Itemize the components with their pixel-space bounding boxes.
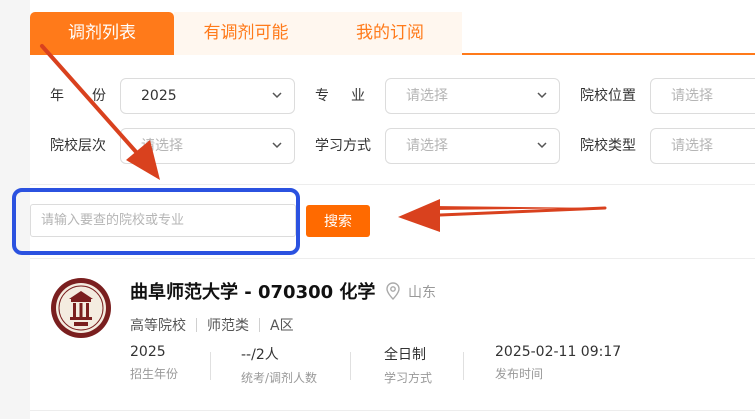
tab-transfer-list[interactable]: 调剂列表 — [30, 12, 174, 55]
year-filter-label: 年份 — [50, 78, 106, 114]
school-type-select-placeholder: 请选择 — [671, 138, 713, 154]
year-select[interactable]: 2025 — [120, 78, 295, 114]
location-select[interactable]: 请选择 — [650, 78, 755, 114]
stat-quota-value: --/2人 — [241, 347, 279, 363]
stat-publish-time-value: 2025-02-11 09:17 — [495, 344, 622, 360]
stat-quota-label: 统考/调剂人数 — [241, 371, 318, 385]
search-divider — [30, 258, 755, 259]
school-type-filter-label: 院校类型 — [580, 138, 636, 154]
search-input[interactable] — [30, 204, 296, 237]
stat-study-mode-value: 全日制 — [384, 347, 426, 363]
stat-year-label: 招生年份 — [130, 367, 179, 381]
location-filter-label: 院校位置 — [580, 88, 636, 104]
main-panel: 调剂列表 有调剂可能 我的订阅 年份 2025 专业 请选择 院校位置 请选择 … — [30, 0, 755, 419]
level-filter-label: 院校层次 — [50, 138, 106, 154]
tag-school-type: 师范类 — [207, 318, 249, 334]
result-location: 山东 — [408, 285, 436, 301]
tag-school-level: 高等院校 — [130, 318, 186, 334]
result-tags: 高等院校 师范类 A区 — [130, 315, 294, 335]
tab-possible-transfer[interactable]: 有调剂可能 — [174, 12, 318, 55]
major-filter-label: 专业 — [315, 78, 365, 114]
card-divider — [30, 410, 755, 411]
level-select[interactable]: 请选择 — [120, 128, 295, 164]
tab-bar: 调剂列表 有调剂可能 我的订阅 — [30, 12, 755, 55]
stat-divider — [463, 352, 464, 380]
tag-region: A区 — [270, 318, 294, 334]
tab-my-subscriptions[interactable]: 我的订阅 — [318, 12, 462, 55]
result-title[interactable]: 曲阜师范大学 - 070300 化学 — [130, 278, 375, 304]
chevron-down-icon — [537, 92, 547, 99]
chevron-down-icon — [272, 92, 282, 99]
year-label-char-2: 份 — [92, 88, 106, 104]
search-button[interactable]: 搜索 — [306, 205, 370, 237]
study-mode-select-placeholder: 请选择 — [406, 138, 448, 154]
study-mode-filter-label: 学习方式 — [315, 138, 371, 154]
stat-study-mode-label: 学习方式 — [384, 371, 433, 385]
major-select-placeholder: 请选择 — [406, 88, 448, 104]
level-select-placeholder: 请选择 — [141, 138, 183, 154]
major-label-char-1: 专 — [315, 88, 329, 104]
stat-year-value: 2025 — [130, 344, 166, 360]
stat-publish-time: 2025-02-11 09:17 发布时间 — [495, 344, 621, 382]
tag-divider — [196, 318, 197, 332]
stat-divider — [210, 352, 211, 380]
stat-year: 2025 招生年份 — [130, 344, 178, 382]
stat-publish-time-label: 发布时间 — [495, 367, 544, 381]
location-pin-icon — [386, 282, 400, 300]
stat-divider — [350, 352, 351, 380]
filter-divider — [30, 184, 755, 185]
school-type-select[interactable]: 请选择 — [650, 128, 755, 164]
chevron-down-icon — [272, 142, 282, 149]
university-logo — [51, 278, 111, 338]
chevron-down-icon — [537, 142, 547, 149]
year-label-char-1: 年 — [50, 88, 64, 104]
study-mode-select[interactable]: 请选择 — [385, 128, 560, 164]
location-select-placeholder: 请选择 — [671, 88, 713, 104]
major-label-char-2: 业 — [351, 88, 365, 104]
tag-divider — [259, 318, 260, 332]
stat-study-mode: 全日制 学习方式 — [384, 344, 432, 386]
stat-quota: --/2人 统考/调剂人数 — [241, 344, 317, 386]
year-select-value: 2025 — [141, 88, 177, 104]
major-select[interactable]: 请选择 — [385, 78, 560, 114]
